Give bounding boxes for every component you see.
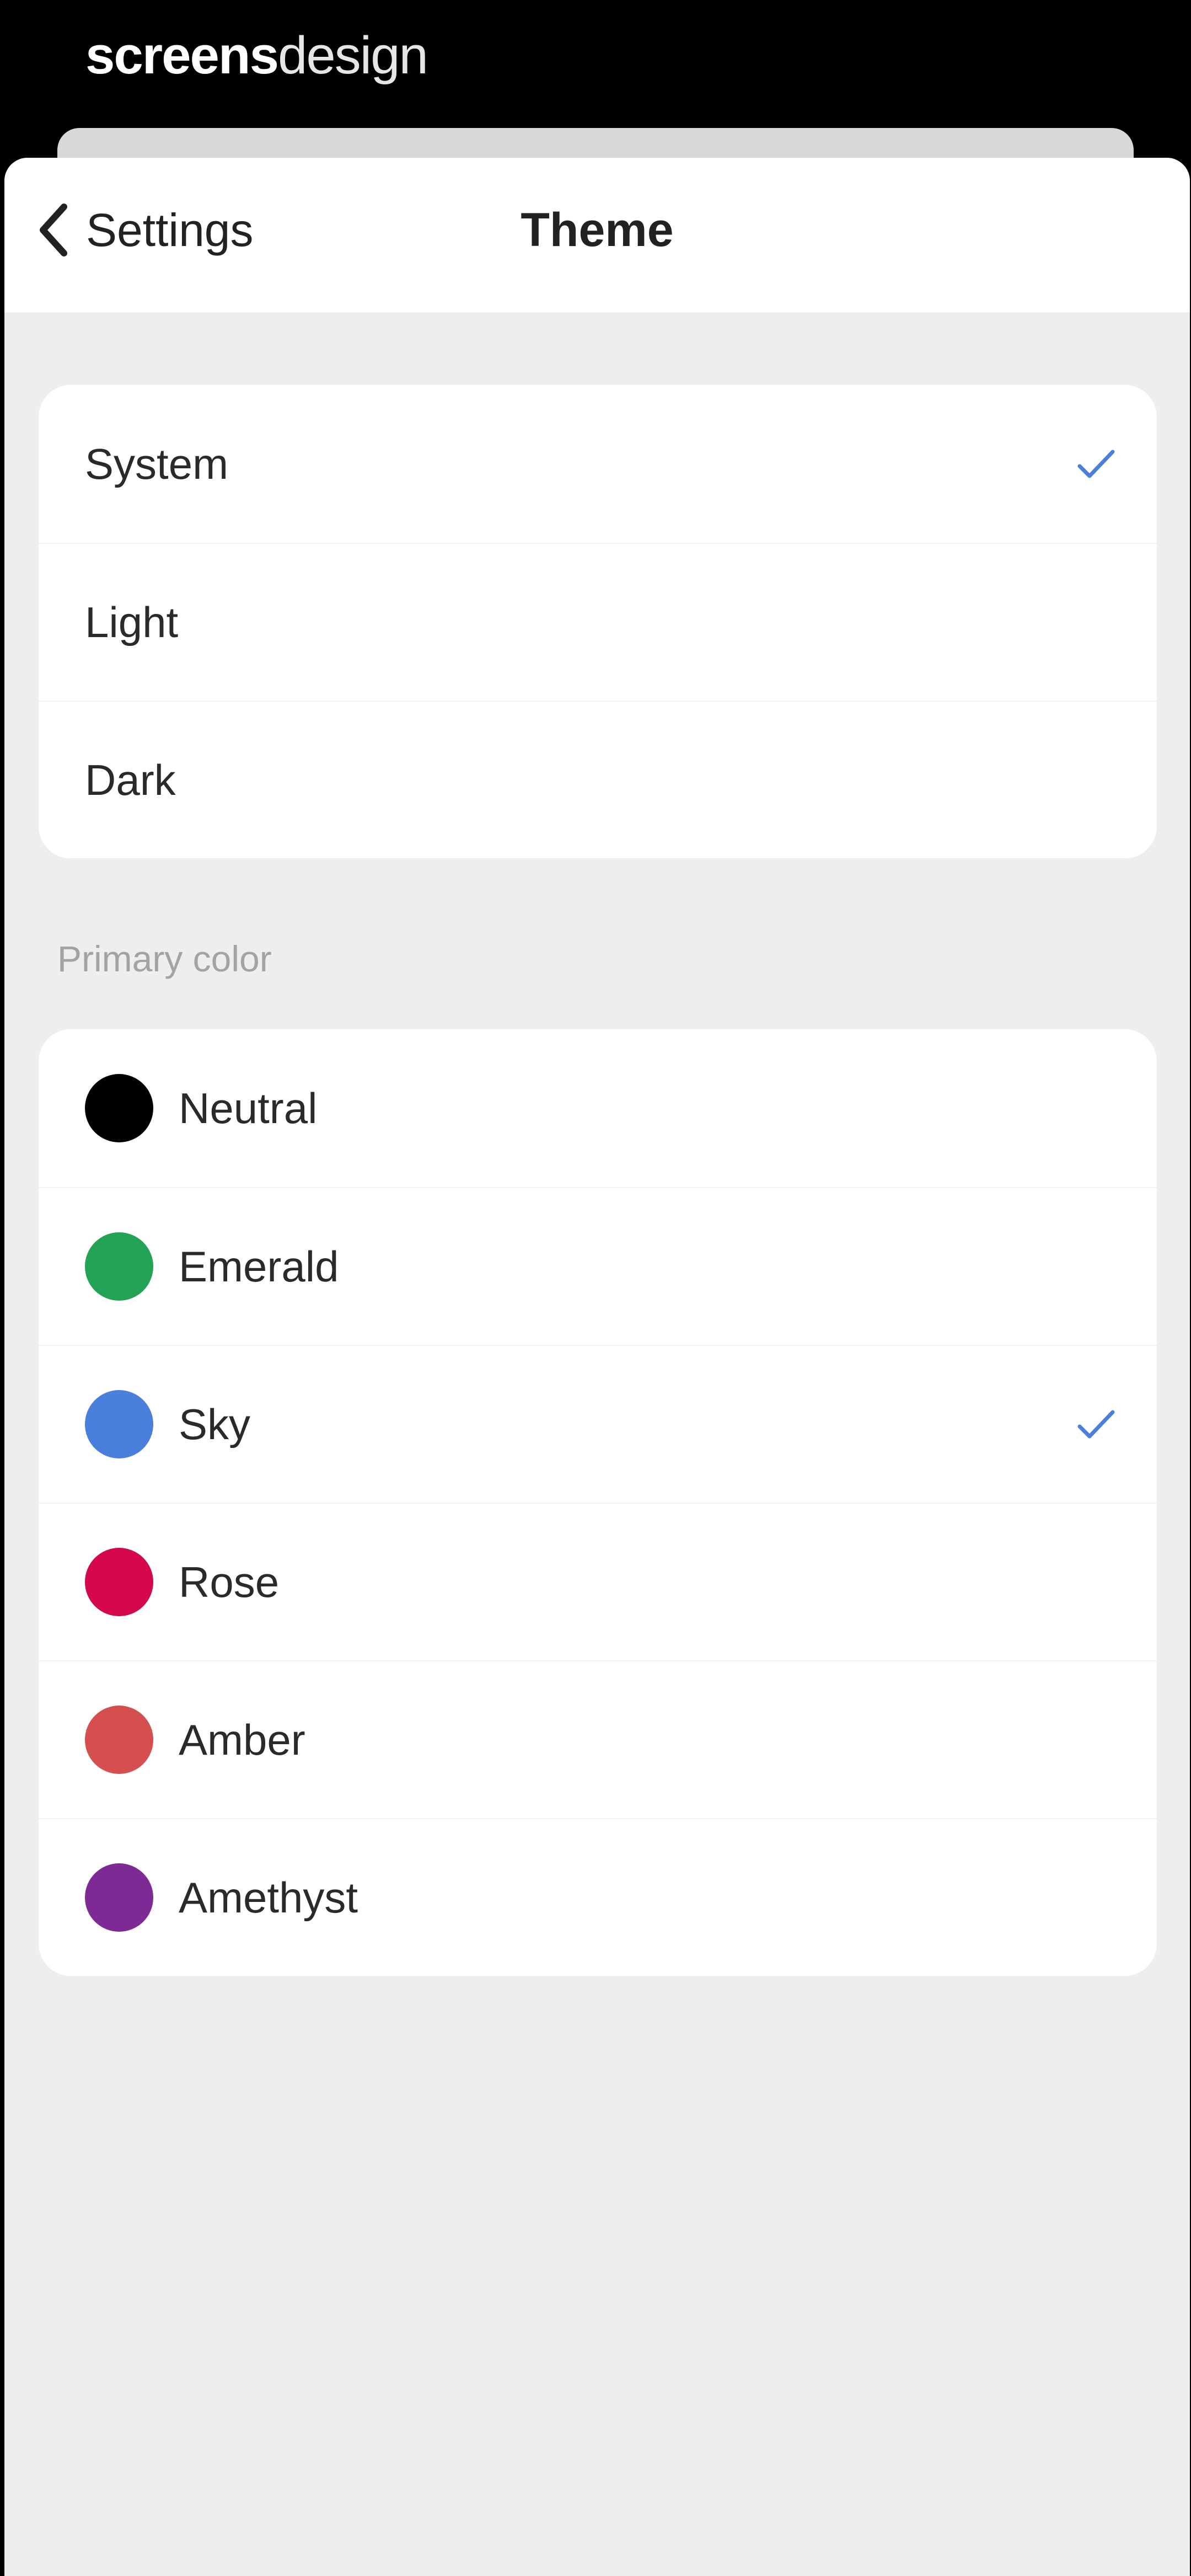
primary-color-section-label: Primary color [57, 938, 272, 979]
color-option-label: Amber [179, 1715, 305, 1764]
theme-option-label: Light [85, 597, 179, 646]
color-swatch [85, 1232, 153, 1301]
check-icon [1074, 1402, 1118, 1446]
color-option-label: Amethyst [179, 1873, 358, 1922]
color-option-amber[interactable]: Amber [39, 1660, 1157, 1818]
theme-option-dark[interactable]: Dark [39, 701, 1157, 858]
color-option-label: Neutral [179, 1083, 318, 1132]
color-option-label: Rose [179, 1557, 280, 1606]
color-option-rose[interactable]: Rose [39, 1503, 1157, 1660]
theme-option-light[interactable]: Light [39, 543, 1157, 701]
color-option-emerald[interactable]: Emerald [39, 1187, 1157, 1345]
primary-color-card: Neutral Emerald Sky Rose Amber Amethyst [39, 1029, 1157, 1976]
brand-text-light: design [277, 26, 428, 85]
color-swatch [85, 1548, 153, 1616]
color-swatch [85, 1706, 153, 1774]
color-swatch [85, 1390, 153, 1458]
back-button-label: Settings [86, 204, 254, 256]
check-icon [1074, 442, 1118, 486]
color-option-neutral[interactable]: Neutral [39, 1029, 1157, 1187]
navigation-bar: Settings Theme [4, 158, 1190, 312]
brand-text-bold: screens [85, 26, 279, 85]
color-swatch [85, 1074, 153, 1142]
app-frame: screens design Settings Theme System Lig… [0, 0, 1191, 2576]
color-swatch [85, 1863, 153, 1932]
color-option-label: Sky [179, 1399, 251, 1449]
color-option-amethyst[interactable]: Amethyst [39, 1818, 1157, 1976]
color-option-sky[interactable]: Sky [39, 1345, 1157, 1503]
theme-option-label: Dark [85, 755, 176, 804]
theme-option-label: System [85, 439, 229, 488]
theme-sheet: Settings Theme System Light Dark Primary… [4, 158, 1190, 2576]
chevron-left-icon [32, 200, 76, 260]
theme-option-system[interactable]: System [39, 385, 1157, 543]
back-button[interactable]: Settings [32, 200, 254, 260]
theme-options-card: System Light Dark [39, 385, 1157, 858]
color-option-label: Emerald [179, 1242, 339, 1291]
screensdesign-watermark: screens design [85, 20, 428, 92]
